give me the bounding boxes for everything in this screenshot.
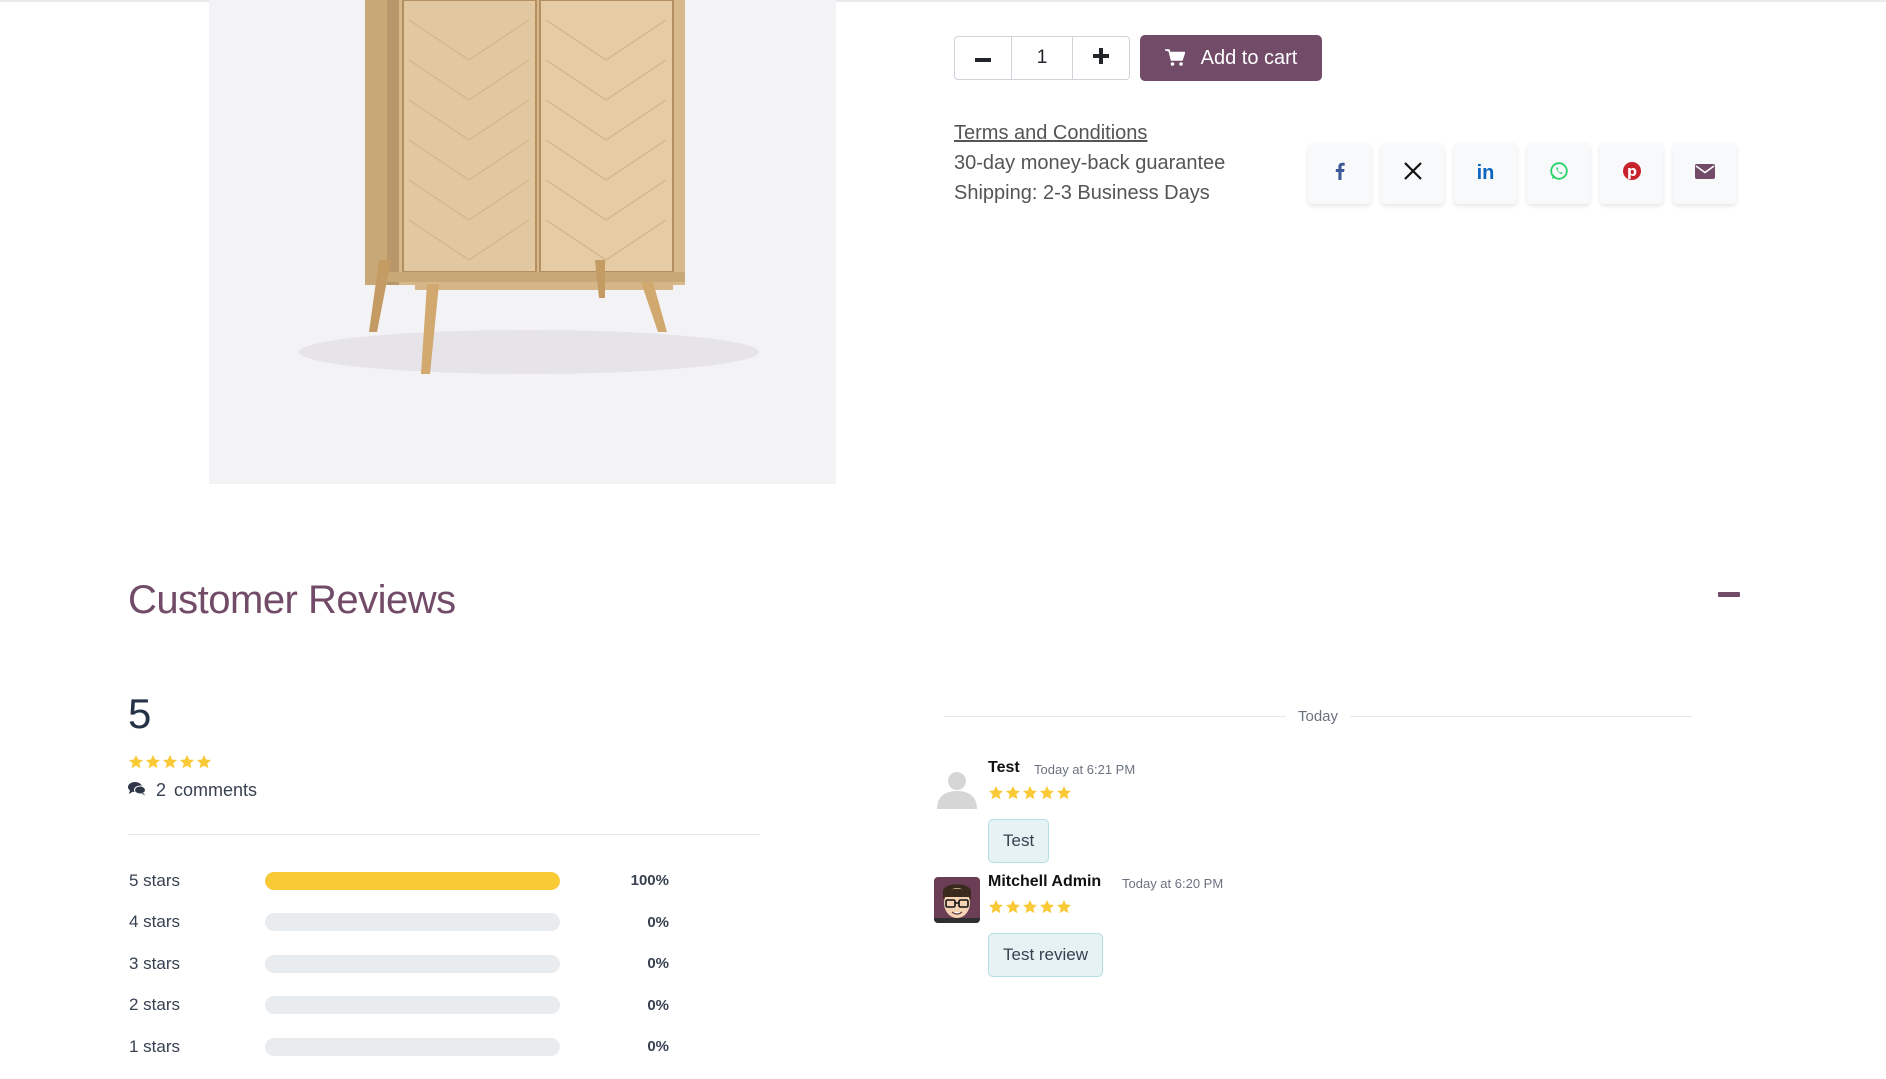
star-icon xyxy=(989,786,1003,800)
comment-timestamp: Today at 6:20 PM xyxy=(1122,876,1224,891)
rating-row[interactable]: 1 stars 0% xyxy=(129,1026,689,1068)
rating-bar-fill xyxy=(265,871,560,890)
decrease-quantity-button[interactable] xyxy=(955,37,1011,79)
share-email-button[interactable] xyxy=(1673,143,1736,204)
comment-count-value: 2 xyxy=(156,780,167,800)
star-icon xyxy=(180,755,194,769)
rating-row-percent: 0% xyxy=(647,913,669,931)
date-separator: Today xyxy=(944,706,1692,726)
cart-icon xyxy=(1164,49,1185,67)
collapse-reviews-button[interactable] xyxy=(1717,590,1741,598)
share-buttons: in p xyxy=(1308,143,1736,204)
star-icon xyxy=(1057,786,1071,800)
star-icon xyxy=(1006,786,1020,800)
comment-stars xyxy=(988,899,1072,915)
star-icon xyxy=(129,755,143,769)
rating-row-percent: 100% xyxy=(630,872,669,890)
rating-row[interactable]: 5 stars 100% xyxy=(129,860,689,902)
rating-bar-track[interactable] xyxy=(265,871,560,890)
comment-body: Test xyxy=(988,819,1050,863)
star-icon xyxy=(1040,786,1054,800)
rating-row-label[interactable]: 5 stars xyxy=(129,871,265,891)
minus-icon xyxy=(1718,591,1740,597)
mitchell-avatar xyxy=(934,877,980,923)
whatsapp-icon xyxy=(1549,161,1569,186)
rating-row-label[interactable]: 2 stars xyxy=(129,995,265,1015)
default-avatar xyxy=(934,763,980,809)
star-icon xyxy=(197,755,211,769)
comment-body: Test review xyxy=(988,933,1104,977)
guarantee-text: 30-day money-back guarantee xyxy=(954,152,1226,174)
star-icon xyxy=(1057,900,1071,914)
add-to-cart-button[interactable]: Add to cart xyxy=(1140,35,1322,81)
product-terms: Terms and Conditions 30-day money-back g… xyxy=(954,118,1225,208)
comment-timestamp: Today at 6:21 PM xyxy=(1034,762,1136,777)
terms-link[interactable]: Terms and Conditions xyxy=(954,118,1225,148)
star-icon xyxy=(146,755,160,769)
quantity-input[interactable]: 1 xyxy=(1011,37,1073,79)
star-icon xyxy=(1040,900,1054,914)
rating-row-label[interactable]: 4 stars xyxy=(129,912,265,932)
share-x-button[interactable] xyxy=(1381,143,1444,204)
minus-icon xyxy=(975,49,991,67)
rating-row-label[interactable]: 1 stars xyxy=(129,1037,265,1057)
product-image xyxy=(209,0,836,484)
facebook-icon xyxy=(1335,162,1345,185)
linkedin-icon: in xyxy=(1476,162,1495,184)
plus-icon xyxy=(1093,47,1109,69)
rating-row-percent: 0% xyxy=(647,955,669,973)
summary-divider xyxy=(128,834,760,835)
share-pinterest-button[interactable]: p xyxy=(1600,143,1663,204)
email-icon xyxy=(1694,163,1715,184)
star-icon xyxy=(1023,786,1037,800)
rating-distribution: 5 stars 100% 4 stars 0% 3 stars 0% 2 stars 0% 1 … xyxy=(129,860,689,1068)
rating-bar-track[interactable] xyxy=(265,913,560,932)
comments-icon xyxy=(128,780,146,801)
share-facebook-button[interactable] xyxy=(1308,143,1371,204)
comment-count-label: comments xyxy=(174,780,258,800)
rating-row-percent: 0% xyxy=(647,996,669,1014)
pinterest-icon: p xyxy=(1622,161,1642,186)
shipping-text: Shipping: 2-3 Business Days xyxy=(954,182,1210,204)
date-separator-label: Today xyxy=(1297,707,1339,725)
customer-reviews-heading: Customer Reviews xyxy=(128,578,456,622)
star-icon xyxy=(1023,900,1037,914)
average-rating: 5 xyxy=(128,690,152,737)
rating-row[interactable]: 4 stars 0% xyxy=(129,902,689,944)
share-linkedin-button[interactable]: in xyxy=(1454,143,1517,204)
add-to-cart-label: Add to cart xyxy=(1200,46,1298,69)
rating-row-percent: 0% xyxy=(647,1038,669,1056)
increase-quantity-button[interactable] xyxy=(1073,37,1129,79)
cabinet-illustration xyxy=(299,0,759,374)
x-icon xyxy=(1403,162,1422,185)
star-icon xyxy=(989,900,1003,914)
star-icon xyxy=(1006,900,1020,914)
rating-bar-track[interactable] xyxy=(265,996,560,1015)
comment-stars xyxy=(988,785,1072,801)
comment-author: Mitchell Admin xyxy=(988,873,1102,890)
average-stars xyxy=(128,754,212,770)
rating-bar-track[interactable] xyxy=(265,1037,560,1056)
rating-bar-track[interactable] xyxy=(265,954,560,973)
rating-row[interactable]: 2 stars 0% xyxy=(129,985,689,1027)
comment-count: 2 comments xyxy=(128,780,257,801)
svg-text:p: p xyxy=(1626,164,1636,180)
comment-author: Test xyxy=(988,759,1020,776)
quantity-stepper: 1 xyxy=(954,36,1130,80)
rating-row[interactable]: 3 stars 0% xyxy=(129,943,689,985)
share-whatsapp-button[interactable] xyxy=(1527,143,1590,204)
star-icon xyxy=(163,755,177,769)
rating-row-label[interactable]: 3 stars xyxy=(129,954,265,974)
